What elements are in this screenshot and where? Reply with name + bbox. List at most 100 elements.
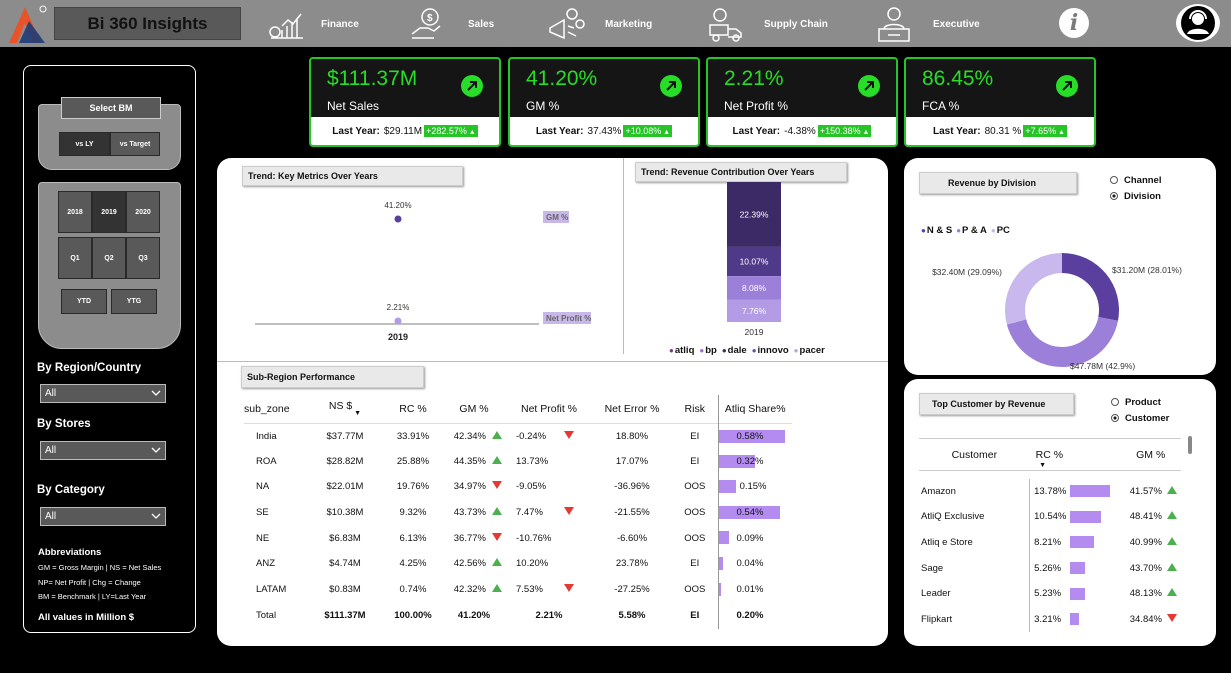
cell-risk: OOS [684, 532, 706, 544]
cell-rc: 5.26% [1029, 555, 1111, 581]
cell-gm: 42.34% [442, 423, 506, 449]
table-row[interactable]: AtliQ Exclusive 10.54% 48.41% [919, 504, 1181, 530]
column-header[interactable]: RC % [384, 395, 442, 423]
total-ns: $111.37M [324, 610, 366, 622]
column-header[interactable]: Customer [919, 439, 1030, 471]
nav-marketing[interactable]: Marketing [546, 2, 666, 45]
table-row[interactable]: Amazon 13.78% 41.57% [919, 478, 1181, 505]
legend-item: ●N & S [921, 225, 952, 236]
radio-channel-button[interactable] [1110, 176, 1118, 185]
column-header[interactable]: GM % [1110, 439, 1181, 471]
period-ytg-button[interactable]: YTG [111, 289, 157, 314]
legend-label: N & S [926, 225, 953, 236]
cell-rc: 13.78% [1029, 478, 1111, 505]
down-triangle-icon [492, 532, 502, 541]
radio-channel[interactable]: Channel [1110, 175, 1161, 186]
quarter-q1-button[interactable]: Q1 [58, 237, 92, 279]
table-row[interactable]: ANZ $4.74M 4.25% 42.56% 10.20% 23.78% EI 0.04% [244, 550, 792, 577]
table-row[interactable]: Atliq e Store 8.21% 40.99% [919, 529, 1181, 556]
table-row[interactable]: Leader 5.23% 48.13% [919, 580, 1181, 607]
cell-customer: Sage [921, 562, 944, 574]
table-row[interactable]: LATAM $0.83M 0.74% 42.32% 7.53% -27.25% OOS 0.0… [244, 576, 792, 603]
radio-customer[interactable]: Customer [1111, 413, 1169, 424]
up-triangle-icon [492, 507, 502, 516]
down-triangle-icon [1167, 613, 1177, 622]
column-header[interactable]: Risk [672, 395, 718, 423]
category-dropdown[interactable]: All [40, 507, 166, 526]
cell-gm-value: 34.97% [453, 481, 486, 493]
bm-vs-ly-button[interactable]: vs LY [59, 132, 110, 156]
total-zone: Total [256, 610, 277, 622]
cell-gm-value: 36.77% [453, 532, 486, 544]
cell-gm: 42.32% [442, 577, 506, 603]
column-header-label: Atliq Share% [724, 402, 786, 415]
kpi-value: 2.21% [724, 67, 784, 90]
cell-ns: $0.83M [329, 583, 361, 595]
quarter-q2-button[interactable]: Q2 [92, 237, 126, 279]
info-icon[interactable]: i [1059, 8, 1089, 38]
kpi-ly-label: Last Year: [332, 125, 380, 137]
sort-desc-icon[interactable]: ▼ [352, 410, 361, 417]
arrow-up-right-icon [1056, 75, 1078, 97]
cell-rc-value: 3.21% [1034, 613, 1062, 625]
bm-vs-target-button[interactable]: vs Target [110, 132, 160, 156]
stores-dropdown[interactable]: All [40, 441, 166, 460]
division-donut-chart: $31.20M (28.01%) $47.78M (42.9%) $32.40M (… [932, 253, 1182, 371]
cell-rc-value: 10.54% [1034, 511, 1067, 523]
legend-dot-icon: ● [990, 226, 996, 235]
table-row[interactable]: SE $10.38M 9.32% 43.73% 7.47% -21.55% OOS 0.54% [244, 499, 792, 526]
nav-sales[interactable]: $ Sales [410, 2, 510, 45]
cell-ns: $28.82M [326, 455, 364, 467]
period-ytd-button[interactable]: YTD [61, 289, 107, 314]
trend-metrics-chart: 41.20% 2.21% 2019 GM % Net Profit % [255, 201, 591, 342]
radio-product-button[interactable] [1111, 398, 1119, 407]
column-header[interactable]: GM % [442, 395, 506, 423]
cell-gm: 43.73% [442, 500, 506, 526]
table-row[interactable]: NE $6.83M 6.13% 36.77% -10.76% -6.60% OOS 0.09% [244, 525, 792, 551]
cell-rc-value: 8.21% [1034, 537, 1062, 548]
share-bar [718, 531, 729, 545]
sub-region-table: sub_zone NS $ ▼ RC % GM % Net Profit % Net Er… [244, 395, 792, 630]
radio-product[interactable]: Product [1111, 397, 1161, 408]
rc-bar [1070, 536, 1094, 549]
radio-division[interactable]: Division [1110, 191, 1161, 202]
radio-division-button[interactable] [1110, 192, 1118, 201]
total-share: 0.20% [717, 602, 792, 630]
column-header[interactable]: Net Error % [592, 395, 672, 423]
user-avatar[interactable] [1174, 2, 1222, 44]
table-row[interactable]: Flipkart 3.21% 34.84% [919, 606, 1181, 633]
cell-customer: Amazon [921, 485, 956, 497]
legend-label: bp [705, 345, 717, 356]
sort-desc-icon[interactable]: ▼ [1039, 462, 1046, 469]
down-triangle-icon [564, 507, 574, 516]
year-2020-button[interactable]: 2020 [126, 191, 160, 233]
year-2019-button[interactable]: 2019 [92, 191, 126, 233]
kpi-change-value: +10.08% [625, 126, 662, 136]
region-dropdown[interactable]: All [40, 384, 166, 403]
cell-risk: EI [690, 430, 700, 442]
column-header[interactable]: NS $ ▼ [306, 395, 384, 423]
column-header[interactable]: sub_zone [244, 395, 306, 423]
table-row[interactable]: NA $22.01M 19.76% 34.97% -9.05% -36.96% OOS 0.1… [244, 474, 792, 500]
column-header[interactable]: Net Profit % [506, 395, 592, 423]
up-triangle-icon: ▲ [661, 129, 671, 136]
nav-finance[interactable]: Finance [266, 2, 366, 45]
radio-customer-button[interactable] [1111, 414, 1119, 423]
column-header[interactable]: RC %▼ [1030, 439, 1111, 471]
table-row[interactable]: ROA $28.82M 25.88% 44.35% 13.73% 17.07% EI 0.32… [244, 448, 792, 475]
column-header-label: sub_zone [244, 402, 290, 415]
quarter-q3-button[interactable]: Q3 [126, 237, 160, 279]
division-panel: Revenue by Division Channel Division ●N … [904, 158, 1216, 375]
column-header[interactable]: Atliq Share% [717, 395, 792, 423]
table-row[interactable]: India $37.77M 33.91% 42.34% -0.24% 18.80% EI 0.… [244, 423, 792, 449]
share-bar [718, 480, 736, 494]
radio-channel-label: Channel [1124, 175, 1162, 186]
cell-gm: 41.57% [1110, 479, 1181, 505]
nav-executive[interactable]: Executive [876, 2, 986, 45]
cell-np-value: -9.05% [516, 481, 547, 493]
cell-rc-value: 5.26% [1034, 562, 1062, 574]
table-row[interactable]: Sage 5.26% 43.70% [919, 555, 1181, 581]
year-2018-button[interactable]: 2018 [58, 191, 92, 233]
scrollbar-thumb[interactable] [1188, 436, 1192, 454]
nav-supply-chain[interactable]: Supply Chain [706, 2, 836, 45]
